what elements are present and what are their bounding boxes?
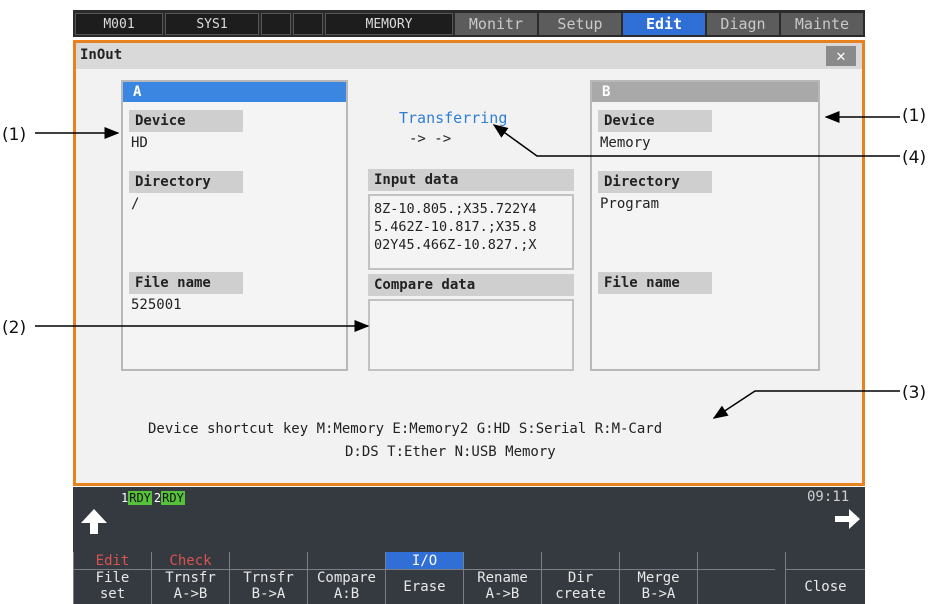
menu-monitor[interactable]: Monitr (455, 13, 537, 35)
annotation-4: (4) (902, 148, 927, 168)
annotation-1-right: (1) (902, 106, 927, 126)
fkey-rename-a-b[interactable]: Rename A->B (463, 552, 541, 604)
menu-mainte[interactable]: Mainte (781, 13, 863, 35)
fkey-group (308, 552, 385, 570)
window-titlebar: InOut ✕ (76, 43, 862, 69)
inout-window: InOut ✕ A Device HD Directory / File nam… (73, 40, 865, 486)
fkey-trnsfr-a-b[interactable]: Check Trnsfr A->B (151, 552, 229, 604)
fkey-group (542, 552, 619, 570)
fkey-group (620, 552, 697, 570)
transfer-status: Transferring (399, 109, 508, 127)
input-data-line-3: 02Y45.466Z-10.827.;X (374, 237, 537, 253)
directory-label-b: Directory (598, 171, 712, 193)
device-value-a: HD (131, 135, 148, 151)
bottom-panel: 1RDY 2RDY 09:11 Edit File set Check Trnsfr … (73, 487, 865, 604)
menu-edit[interactable]: Edit (623, 13, 705, 35)
annotation-1-left: (1) (2, 125, 27, 145)
fkey-group (786, 552, 865, 570)
directory-value-b: Program (600, 196, 660, 212)
fkey-group-edit: Edit (95, 553, 130, 569)
system-indicator: SYS1 (165, 13, 259, 35)
compare-data-box (368, 299, 574, 371)
fkey-compare-a-b[interactable]: Compare A:B (307, 552, 385, 604)
sys1-ready-badge: RDY (128, 491, 152, 505)
sys2-ready-badge: RDY (161, 491, 185, 505)
fkey-empty[interactable] (697, 552, 775, 604)
annotation-2: (2) (2, 318, 27, 338)
fkey-divider (698, 569, 775, 570)
input-data-box: 8Z-10.805.;X35.722Y4 5.462Z-10.817.;X35.… (368, 194, 574, 270)
fkey-group-check: Check (169, 553, 212, 569)
window-title: InOut (80, 47, 123, 63)
mode-indicator: MEMORY (325, 13, 453, 35)
fkey-group (464, 552, 541, 570)
fkey-close[interactable]: Close (785, 552, 865, 604)
device-label-b: Device (598, 110, 712, 132)
device-value-b: Memory (600, 135, 651, 151)
fkey-label: Merge B->A (637, 570, 680, 602)
transfer-arrows: -> -> (409, 131, 452, 147)
fkey-dir-create[interactable]: Dir create (541, 552, 619, 604)
fkey-group (698, 552, 775, 570)
panel-b-header: B (592, 82, 818, 102)
panel-a-header: A (123, 82, 346, 102)
directory-value-a: / (131, 196, 140, 212)
input-data-line-2: 5.462Z-10.817.;X35.8 (374, 219, 537, 235)
panel-a[interactable]: A Device HD Directory / File name 525001 (121, 80, 348, 371)
filename-label-b: File name (598, 272, 712, 294)
shortcut-key-line-2: D:DS T:Ether N:USB Memory (345, 444, 556, 460)
menu-diagn[interactable]: Diagn (707, 13, 779, 35)
fkey-group (230, 552, 307, 570)
fkey-erase[interactable]: I/O Erase (385, 552, 463, 604)
empty-indicator-2 (293, 13, 323, 35)
fkey-label: Trnsfr A->B (165, 570, 216, 602)
filename-value-a: 525001 (131, 297, 182, 313)
fkey-label: Dir create (555, 570, 606, 602)
right-arrow-icon[interactable] (833, 507, 861, 531)
input-data-label: Input data (368, 169, 574, 191)
empty-indicator-1 (261, 13, 291, 35)
menu-setup[interactable]: Setup (539, 13, 621, 35)
fkey-group-io: I/O (386, 552, 463, 570)
top-status-bar: M001 SYS1 MEMORY Monitr Setup Edit Diagn… (73, 10, 865, 37)
device-label-a: Device (129, 110, 243, 132)
fkey-label: File set (95, 570, 130, 602)
filename-label-a: File name (129, 272, 243, 294)
input-data-line-1: 8Z-10.805.;X35.722Y4 (374, 201, 537, 217)
shortcut-key-line-1: Device shortcut key M:Memory E:Memory2 G… (148, 421, 663, 437)
system-ready-indicators: 1RDY 2RDY (121, 491, 185, 505)
fkey-label: Rename A->B (477, 570, 528, 602)
annotation-3: (3) (902, 383, 927, 403)
fkey-file-set[interactable]: Edit File set (73, 552, 151, 604)
fkey-trnsfr-b-a[interactable]: Trnsfr B->A (229, 552, 307, 604)
fkey-label: Trnsfr B->A (243, 570, 294, 602)
fkey-label: Close (804, 579, 847, 595)
fkey-merge-b-a[interactable]: Merge B->A (619, 552, 697, 604)
clock-time: 09:11 (807, 489, 850, 505)
compare-data-label: Compare data (368, 274, 574, 296)
machine-indicator: M001 (75, 13, 163, 35)
up-arrow-icon[interactable] (79, 507, 109, 535)
fkey-label: Compare A:B (316, 570, 376, 602)
directory-label-a: Directory (129, 171, 243, 193)
fkey-label: Erase (386, 570, 463, 604)
close-icon[interactable]: ✕ (826, 46, 856, 66)
panel-b[interactable]: B Device Memory Directory Program File n… (590, 80, 820, 371)
